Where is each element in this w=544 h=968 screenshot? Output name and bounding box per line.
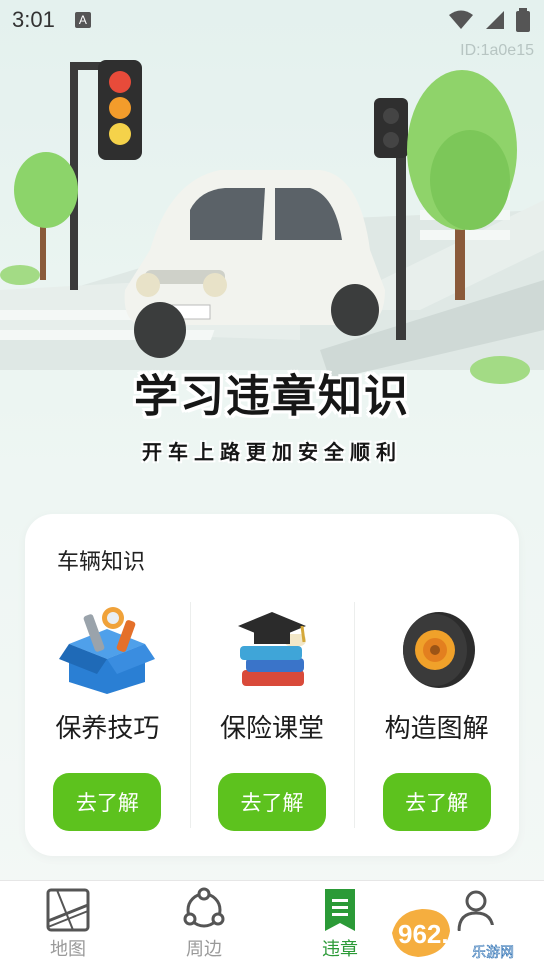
status-bar: 3:01 A bbox=[0, 0, 544, 40]
knowledge-item-label: 保养技巧 bbox=[55, 714, 160, 744]
tab-nearby[interactable]: 周边 bbox=[136, 881, 272, 968]
learn-more-button[interactable]: 去了解 bbox=[53, 773, 162, 831]
battery-icon bbox=[516, 8, 530, 32]
knowledge-item-label: 构造图解 bbox=[384, 714, 489, 744]
hero-banner: 学习违章知识 开车上路更加安全顺利 bbox=[0, 40, 544, 510]
violation-icon bbox=[325, 889, 355, 931]
card-title: 车辆知识 bbox=[57, 550, 146, 575]
knowledge-item-insurance: 保险课堂 去了解 bbox=[189, 602, 355, 832]
books-graduation-cap-icon bbox=[238, 612, 306, 686]
nearby-icon bbox=[183, 887, 225, 928]
svg-text:乐游网: 乐游网 bbox=[472, 945, 514, 961]
tab-label: 违章 bbox=[322, 939, 358, 960]
knowledge-item-label: 保险课堂 bbox=[220, 714, 325, 744]
learn-more-button[interactable]: 去了解 bbox=[218, 773, 326, 831]
knowledge-item-maintenance: 保养技巧 去了解 bbox=[25, 602, 190, 832]
site-watermark-logo: 962.NET 乐游网 bbox=[392, 909, 514, 961]
notification-icon: A bbox=[74, 12, 91, 28]
wifi-icon bbox=[449, 10, 473, 29]
hero-title: 学习违章知识 bbox=[134, 371, 410, 422]
knowledge-items: 保养技巧 去了解 保险课堂 去了解 构造图解 去了解 bbox=[25, 602, 519, 832]
status-time: 3:01 bbox=[12, 7, 55, 32]
map-icon bbox=[46, 888, 90, 932]
knowledge-item-structure: 构造图解 去了解 bbox=[354, 602, 519, 832]
toolbox-icon bbox=[59, 607, 156, 694]
tab-label: 地图 bbox=[50, 939, 86, 960]
tab-map[interactable]: 地图 bbox=[0, 881, 136, 968]
learn-more-button[interactable]: 去了解 bbox=[382, 773, 491, 831]
tab-label: 周边 bbox=[186, 939, 222, 960]
signal-icon bbox=[486, 11, 504, 29]
hero-subtitle: 开车上路更加安全顺利 bbox=[142, 440, 402, 464]
tire-icon bbox=[402, 612, 475, 688]
vehicle-knowledge-card: 车辆知识 保养技巧 去了解 保险课堂 去了解 构造图解 去了解 bbox=[25, 514, 519, 856]
status-icons bbox=[448, 8, 530, 32]
